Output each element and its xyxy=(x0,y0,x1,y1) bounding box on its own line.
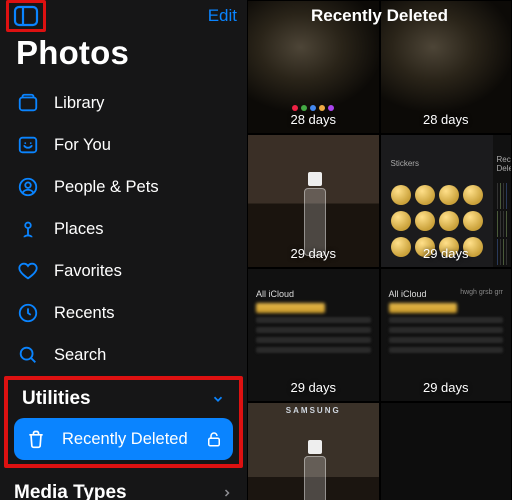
photo-thumbnail[interactable]: Stickers Recently Deleted 29 days xyxy=(380,134,512,268)
app-title: Photos xyxy=(0,32,247,82)
days-remaining-label: 29 days xyxy=(381,246,512,261)
places-icon xyxy=(16,217,40,241)
section-header-media-types[interactable]: Media Types xyxy=(0,474,247,500)
days-remaining-label: 29 days xyxy=(248,246,379,261)
sidebar-item-recently-deleted[interactable]: Recently Deleted xyxy=(14,418,233,460)
days-remaining-label: 29 days xyxy=(381,380,512,395)
chevron-right-icon xyxy=(221,487,233,499)
for-you-icon xyxy=(16,133,40,157)
sidebar-item-recents[interactable]: Recents xyxy=(6,292,241,334)
photo-thumbnail[interactable]: All iCloud hwgh grsb grr 29 days xyxy=(380,268,512,402)
photo-thumbnail[interactable]: All iCloud 29 days xyxy=(247,268,380,402)
section-media-types: Media Types xyxy=(0,474,247,500)
highlight-box-sidebar-toggle xyxy=(6,0,46,32)
sidebar-nav: Library For You People & Pets Places Fav… xyxy=(0,82,247,376)
chevron-down-icon xyxy=(211,392,225,406)
photo-thumbnail[interactable]: SAMSUNG xyxy=(247,402,380,500)
thumb-caption: hwgh grsb grr xyxy=(460,289,503,299)
sidebar-item-label: Recently Deleted xyxy=(62,430,188,449)
library-icon xyxy=(16,91,40,115)
content-title: Recently Deleted xyxy=(247,6,512,26)
photo-thumbnail[interactable]: 29 days xyxy=(247,134,380,268)
trash-icon xyxy=(24,427,48,451)
sidebar-item-people-pets[interactable]: People & Pets xyxy=(6,166,241,208)
people-icon xyxy=(16,175,40,199)
favorites-icon xyxy=(16,259,40,283)
sidebar-toggle-button[interactable] xyxy=(13,5,39,27)
thumb-caption: All iCloud xyxy=(256,289,371,299)
edit-button[interactable]: Edit xyxy=(208,6,237,26)
photo-thumbnail[interactable] xyxy=(380,402,512,500)
sidebar-item-label: For You xyxy=(54,136,111,155)
search-icon xyxy=(16,343,40,367)
sidebar-item-for-you[interactable]: For You xyxy=(6,124,241,166)
thumb-caption: Stickers xyxy=(391,159,483,169)
sidebar-item-label: Library xyxy=(54,94,104,113)
sidebar-item-label: Favorites xyxy=(54,262,122,281)
section-title: Utilities xyxy=(22,388,91,410)
unlock-icon xyxy=(205,430,223,448)
thumb-caption: All iCloud xyxy=(389,289,427,299)
sidebar-item-places[interactable]: Places xyxy=(6,208,241,250)
color-dots xyxy=(292,105,334,111)
sidebar-item-label: People & Pets xyxy=(54,178,159,197)
sidebar-item-search[interactable]: Search xyxy=(6,334,241,376)
days-remaining-label: 29 days xyxy=(248,380,379,395)
bottle-graphic xyxy=(303,172,327,256)
days-remaining-label: 28 days xyxy=(381,112,512,127)
section-title: Media Types xyxy=(14,482,127,500)
sidebar-item-label: Recents xyxy=(54,304,115,323)
sidebar-icon xyxy=(13,5,39,27)
sidebar-topbar: Edit xyxy=(0,0,247,32)
sidebar: Edit Photos Library For You People & Pet… xyxy=(0,0,247,500)
section-header-utilities[interactable]: Utilities xyxy=(8,380,239,416)
highlight-box-utilities: Utilities Recently Deleted xyxy=(4,376,243,468)
bottle-graphic xyxy=(303,440,327,500)
days-remaining-label: 28 days xyxy=(248,112,379,127)
photos-app: Edit Photos Library For You People & Pet… xyxy=(0,0,512,500)
sidebar-item-favorites[interactable]: Favorites xyxy=(6,250,241,292)
thumb-caption: SAMSUNG xyxy=(286,406,341,415)
sidebar-item-label: Places xyxy=(54,220,104,239)
photo-grid[interactable]: 28 days 28 days 29 days Stickers Recentl… xyxy=(247,0,512,500)
content-area: Recently Deleted 28 days 28 days 29 days… xyxy=(247,0,512,500)
sidebar-item-label: Search xyxy=(54,346,106,365)
recents-icon xyxy=(16,301,40,325)
thumb-caption: Recently Deleted xyxy=(497,155,508,165)
sidebar-item-library[interactable]: Library xyxy=(6,82,241,124)
